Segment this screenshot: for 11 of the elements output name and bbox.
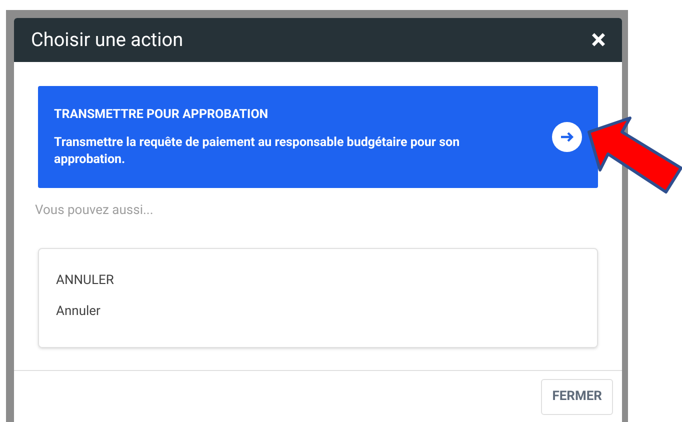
action-card[interactable]: ANNULER Annuler xyxy=(38,248,598,348)
close-dialog-button[interactable]: FERMER xyxy=(541,378,613,414)
action-title: ANNULER xyxy=(56,272,115,290)
primary-action-card[interactable]: TRANSMETTRE POUR APPROBATION Transmettre la requête de paiement au responsable budgétaire pour son approbation. xyxy=(38,86,598,188)
action-description: Annuler xyxy=(56,303,102,321)
action-title: TRANSMETTRE POUR APPROBATION xyxy=(54,106,270,124)
close-button[interactable]: × xyxy=(591,26,606,54)
dialog-title: Choisir une action xyxy=(31,26,184,53)
hint-text: Vous pouvez aussi... xyxy=(35,202,154,220)
action-description: Transmettre la requête de paiement au responsable budgétaire pour son approbation. xyxy=(54,134,461,168)
arrow-button-icon[interactable] xyxy=(552,122,582,152)
